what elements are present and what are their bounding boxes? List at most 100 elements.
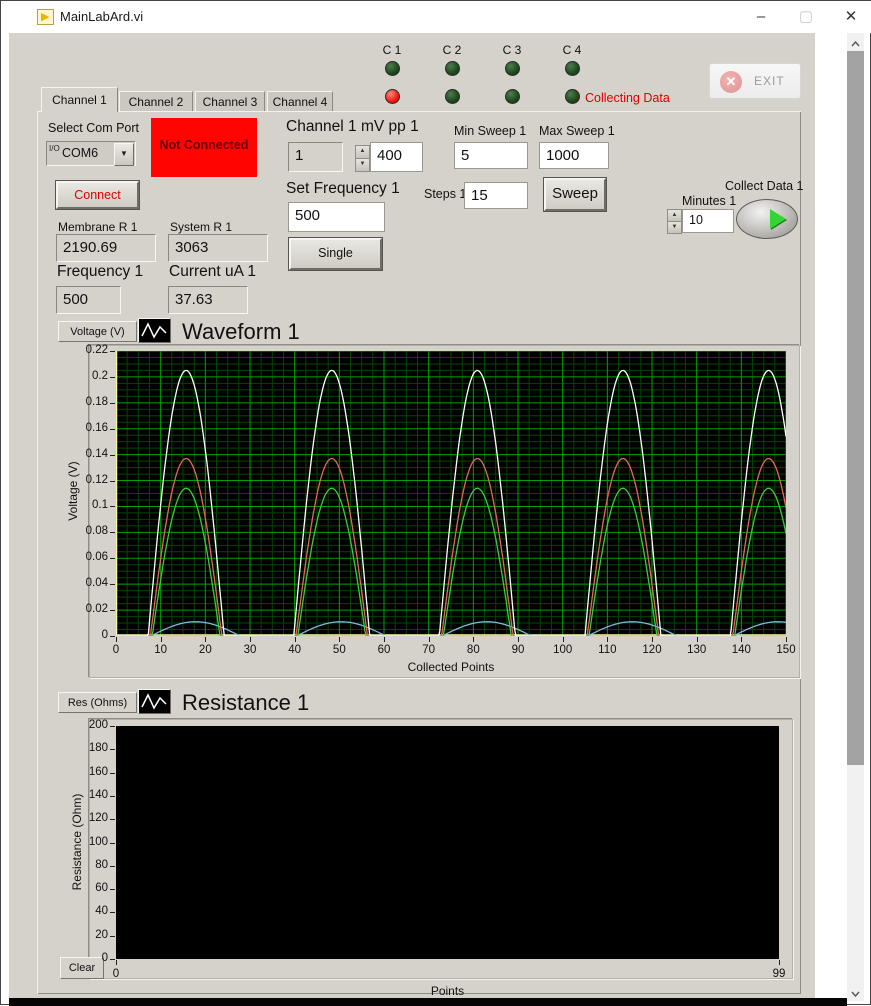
scrollbar-thumb[interactable] [847,51,864,765]
resistance-legend-button[interactable]: Res (Ohms) [58,692,137,713]
spinner-down-icon[interactable]: ▼ [667,221,682,234]
tick-label: 120 [60,812,108,824]
tick-mark [429,637,430,642]
minutes-spinner[interactable]: ▲ ▼ [667,209,680,233]
minutes-input[interactable]: 10 [682,209,734,233]
tick-mark [110,796,115,797]
tick-label: 20 [60,929,108,941]
tick-mark [110,377,115,378]
exit-button[interactable]: ✕ EXIT [709,63,801,99]
tick-mark [563,637,564,642]
tick-mark [110,429,115,430]
single-button[interactable]: Single [289,238,382,270]
waveform-x-axis-label: Collected Points [116,660,786,674]
waveform-legend-button[interactable]: Voltage (V) [58,321,137,342]
com-port-value: COM6 [62,146,98,160]
tick-label: 30 [230,644,270,656]
led-bottom-indicator [505,89,520,104]
tick-mark [250,637,251,642]
tick-label: 0.1 [60,499,108,511]
tick-label: 50 [319,644,359,656]
waveform-legend-plot-icon[interactable] [138,318,171,343]
close-button[interactable]: ✕ [835,7,867,27]
tick-mark [652,637,653,642]
resistance-title: Resistance 1 [182,690,309,716]
collect-data-button[interactable] [736,199,798,239]
connection-status-box: Not Connected [151,118,257,177]
led-label: C 4 [544,43,600,57]
led-label: C 1 [364,43,420,57]
tick-mark [741,637,742,642]
min-sweep-input[interactable]: 5 [454,142,528,169]
tick-mark [110,773,115,774]
collecting-data-label: Collecting Data [585,91,670,105]
resistance-plot-area [116,726,779,959]
scroll-down-button[interactable] [847,984,864,1001]
mvpp-spinner[interactable]: ▲ ▼ [355,145,368,171]
minimize-button[interactable]: – [745,7,777,27]
tab-channel-1[interactable]: Channel 1 [41,87,118,112]
spinner-down-icon[interactable]: ▼ [355,158,370,172]
mvpp-input[interactable]: 400 [370,142,423,172]
com-port-label: Select Com Port [48,121,139,135]
led-top-indicator [565,61,580,76]
tick-mark [110,532,115,533]
tick-label: 0 [96,644,136,656]
play-icon [770,209,786,229]
tick-mark [110,351,115,352]
com-port-dropdown[interactable]: I/O COM6 ▼ [46,141,136,166]
tab-channel-4[interactable]: Channel 4 [267,91,333,112]
tick-label: 110 [587,644,627,656]
spinner-up-icon[interactable]: ▲ [355,145,370,159]
tick-label: 20 [185,644,225,656]
tick-mark [339,637,340,642]
scroll-up-button[interactable] [847,34,864,51]
window-title: MainLabArd.vi [60,9,143,24]
tick-mark [473,637,474,642]
tick-label: 90 [498,644,538,656]
waveform-plot-area [116,351,786,636]
tick-mark [116,960,117,965]
tick-label: 40 [60,905,108,917]
tick-label: 0.02 [60,603,108,615]
tick-mark [384,637,385,642]
tick-label: 0 [60,952,108,964]
sweep-button[interactable]: Sweep [544,178,606,211]
tick-label: 0.16 [60,422,108,434]
membrane-r-value: 2190.69 [56,234,156,262]
tick-label: 180 [60,742,108,754]
chevron-down-icon[interactable]: ▼ [114,143,134,166]
tick-mark [110,610,115,611]
led-column: C 3 [484,43,540,104]
max-sweep-input[interactable]: 1000 [539,142,609,169]
tick-mark [786,637,787,642]
maximize-button[interactable]: ▢ [790,7,822,27]
tab-channel-2[interactable]: Channel 2 [119,91,193,112]
max-sweep-label: Max Sweep 1 [539,124,615,138]
tick-label: 140 [60,789,108,801]
tick-mark [697,637,698,642]
set-frequency-input[interactable]: 500 [288,202,385,232]
tick-label: 150 [766,644,806,656]
titlebar: ▶ MainLabArd.vi – ▢ ✕ [1,1,871,33]
tick-label: 0 [96,968,136,980]
tick-label: 100 [543,644,583,656]
steps-input[interactable]: 15 [464,182,528,209]
current-ua-value: 37.63 [168,286,248,314]
steps-label: Steps 1 [424,187,466,201]
led-column: C 2 [424,43,480,104]
tick-label: 160 [60,766,108,778]
channel-value[interactable]: 1 [288,142,343,172]
tab-channel-3[interactable]: Channel 3 [195,91,265,112]
tick-mark [110,636,115,637]
tick-label: 130 [677,644,717,656]
tick-label: 0.22 [60,344,108,356]
tick-label: 0.04 [60,577,108,589]
resistance-legend-plot-icon[interactable] [138,689,171,714]
led-top-indicator [505,61,520,76]
system-r-label: System R 1 [170,220,232,234]
connect-button[interactable]: Connect [56,181,139,209]
tick-mark [110,889,115,890]
led-label: C 2 [424,43,480,57]
tick-mark [295,637,296,642]
